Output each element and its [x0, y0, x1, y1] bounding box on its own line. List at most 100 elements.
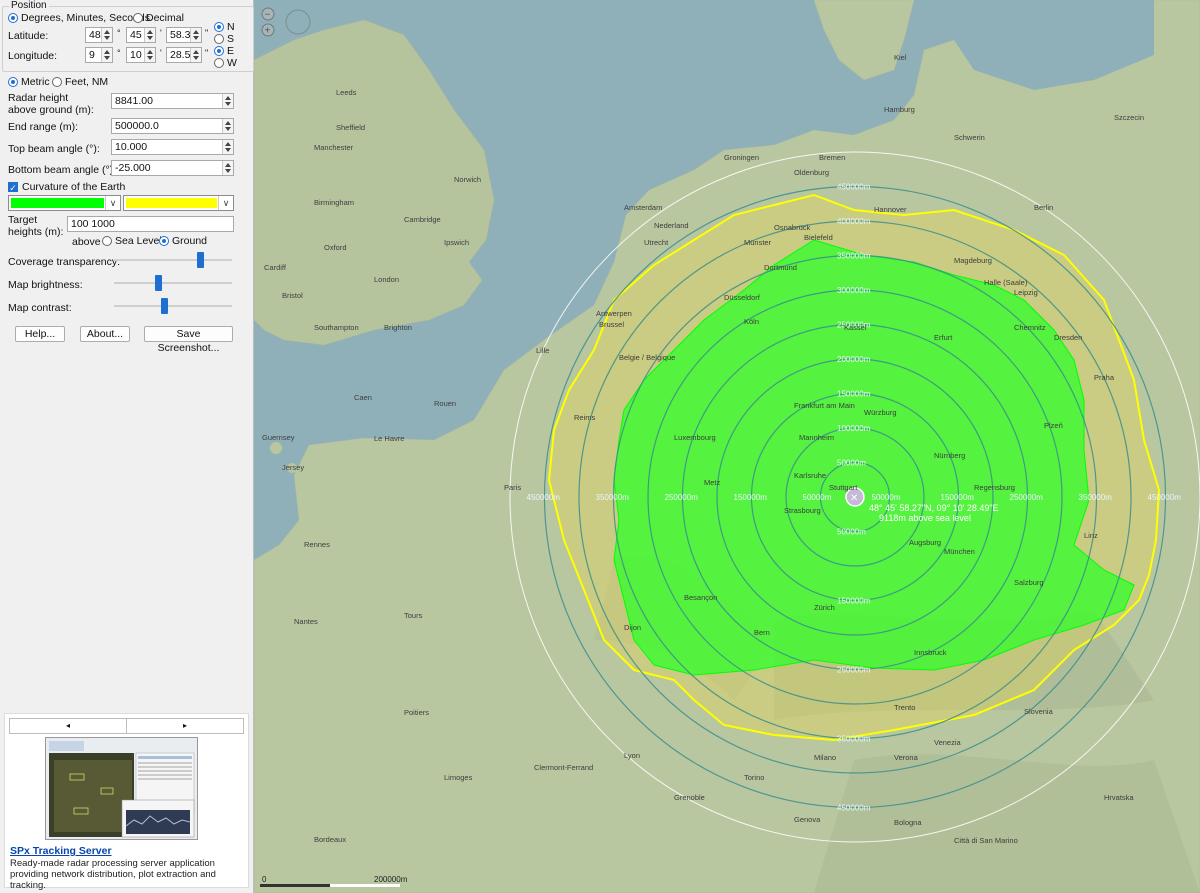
city-label: Nantes: [294, 617, 318, 626]
spin-arrows[interactable]: [222, 119, 233, 133]
city-label: Belgie / Belgique: [619, 353, 675, 362]
range-ring-label: 350000m: [837, 252, 871, 261]
longitude-seconds-spinbox[interactable]: 28.5: [166, 47, 202, 63]
coverage-transparency-slider[interactable]: [114, 252, 232, 268]
coverage-color-2-select[interactable]: ∨: [123, 195, 234, 211]
color-swatch-yellow: [126, 198, 217, 208]
city-label: Schwerin: [954, 133, 985, 142]
spin-arrows[interactable]: [144, 28, 155, 42]
slider-handle[interactable]: [161, 298, 168, 314]
city-label: Trento: [894, 703, 915, 712]
spin-arrows[interactable]: [101, 28, 112, 42]
map-brightness-slider[interactable]: [114, 275, 232, 291]
save-screenshot-button[interactable]: Save Screenshot...: [144, 326, 233, 354]
map-contrast-slider[interactable]: [114, 298, 232, 314]
spin-arrows[interactable]: [222, 161, 233, 175]
color-swatch-green: [11, 198, 104, 208]
end-range-spinbox[interactable]: 500000.0: [111, 118, 234, 134]
units-metric-radio[interactable]: Metric: [8, 76, 50, 88]
city-label: Southampton: [314, 323, 359, 332]
city-label: Verona: [894, 753, 919, 762]
coverage-transparency-label: Coverage transparency:: [8, 256, 121, 268]
slider-track: [114, 259, 232, 261]
min-symbol: ': [160, 28, 162, 38]
promo-next-button[interactable]: ▸: [127, 719, 243, 733]
city-label: Grenoble: [674, 793, 705, 802]
sec-symbol: ": [205, 48, 209, 58]
slider-handle[interactable]: [197, 252, 204, 268]
city-label: Brighton: [384, 323, 412, 332]
reference-sea-level-radio[interactable]: Sea Level: [102, 235, 162, 247]
city-label: Würzburg: [864, 408, 897, 417]
bottom-beam-label: Bottom beam angle (°):: [8, 164, 117, 176]
city-label: Magdeburg: [954, 256, 992, 265]
city-label: Plzeň: [1044, 421, 1063, 430]
units-feet-radio[interactable]: Feet, NM: [52, 76, 108, 88]
promo-title-link[interactable]: SPx Tracking Server: [10, 845, 112, 857]
radio-indicator: [214, 46, 224, 56]
zoom-out-glyph: −: [265, 10, 271, 21]
city-label: Cardiff: [264, 263, 287, 272]
range-ring-label: 50000m: [803, 493, 832, 502]
city-label: Utrecht: [644, 238, 669, 247]
slider-handle[interactable]: [155, 275, 162, 291]
city-label: Norwich: [454, 175, 481, 184]
city-label: Caen: [354, 393, 372, 402]
spin-arrows[interactable]: [222, 140, 233, 154]
hemisphere-n-radio[interactable]: N: [214, 21, 235, 33]
radar-height-spinbox[interactable]: 8841.00: [111, 93, 234, 109]
promo-screenshot-image[interactable]: [45, 737, 198, 840]
city-label: Karlsruhe: [794, 471, 826, 480]
end-range-label: End range (m):: [8, 121, 79, 133]
curvature-checkbox[interactable]: ✓ Curvature of the Earth: [8, 181, 125, 193]
promo-prev-button[interactable]: ◂: [10, 719, 127, 733]
city-label: Metz: [704, 478, 721, 487]
chevron-down-icon: ∨: [218, 196, 233, 210]
latitude-seconds-spinbox[interactable]: 58.3: [166, 27, 202, 43]
bottom-beam-spinbox[interactable]: -25.000: [111, 160, 234, 176]
spin-arrows[interactable]: [222, 94, 233, 108]
hemisphere-e-radio[interactable]: E: [214, 45, 234, 57]
map-contrast-label: Map contrast:: [8, 302, 72, 314]
range-ring-label: 450000m: [527, 493, 561, 502]
city-label: Guernsey: [262, 433, 295, 442]
latitude-label: Latitude:: [8, 30, 49, 42]
min-symbol: ': [160, 48, 162, 58]
radio-indicator: [8, 77, 18, 87]
spin-arrows[interactable]: [190, 28, 201, 42]
city-label: Le Havre: [374, 434, 404, 443]
map-brightness-label: Map brightness:: [8, 279, 83, 291]
city-label: Mannheim: [799, 433, 834, 442]
city-label: Berlin: [1034, 203, 1053, 212]
city-label: Paris: [504, 483, 521, 492]
coverage-color-1-select[interactable]: ∨: [8, 195, 121, 211]
spin-arrows[interactable]: [101, 48, 112, 62]
hemisphere-w-radio[interactable]: W: [214, 57, 237, 69]
help-button[interactable]: Help...: [15, 326, 65, 342]
longitude-minutes-spinbox[interactable]: 10: [126, 47, 156, 63]
longitude-degrees-spinbox[interactable]: 9: [85, 47, 113, 63]
latitude-degrees-spinbox[interactable]: 48: [85, 27, 113, 43]
reference-ground-radio[interactable]: Ground: [159, 235, 207, 247]
range-ring-label: 450000m: [837, 183, 871, 192]
hemisphere-s-radio[interactable]: S: [214, 33, 234, 45]
promo-description: Ready-made radar processing server appli…: [10, 858, 216, 891]
map-canvas[interactable]: 50000m 50000m 50000m 50000m 150000m 150000m 15…: [254, 0, 1200, 893]
radar-cross-icon: ✕: [850, 493, 858, 504]
format-dms-radio[interactable]: Degrees, Minutes, Seconds: [8, 12, 150, 24]
scale-zero-label: 0: [262, 875, 267, 884]
city-label: Ipswich: [444, 238, 469, 247]
top-beam-spinbox[interactable]: 10.000: [111, 139, 234, 155]
city-label: London: [374, 275, 399, 284]
spin-arrows[interactable]: [144, 48, 155, 62]
city-label: Amsterdam: [624, 203, 662, 212]
radio-indicator: [214, 22, 224, 32]
target-heights-input[interactable]: 100 1000: [67, 216, 234, 232]
spin-arrows[interactable]: [190, 48, 201, 62]
deg-symbol: °: [117, 28, 121, 38]
map-view[interactable]: 50000m 50000m 50000m 50000m 150000m 150000m 15…: [254, 0, 1200, 893]
format-decimal-radio[interactable]: Decimal: [133, 12, 184, 24]
radio-indicator: [52, 77, 62, 87]
about-button[interactable]: About...: [80, 326, 130, 342]
latitude-minutes-spinbox[interactable]: 45: [126, 27, 156, 43]
